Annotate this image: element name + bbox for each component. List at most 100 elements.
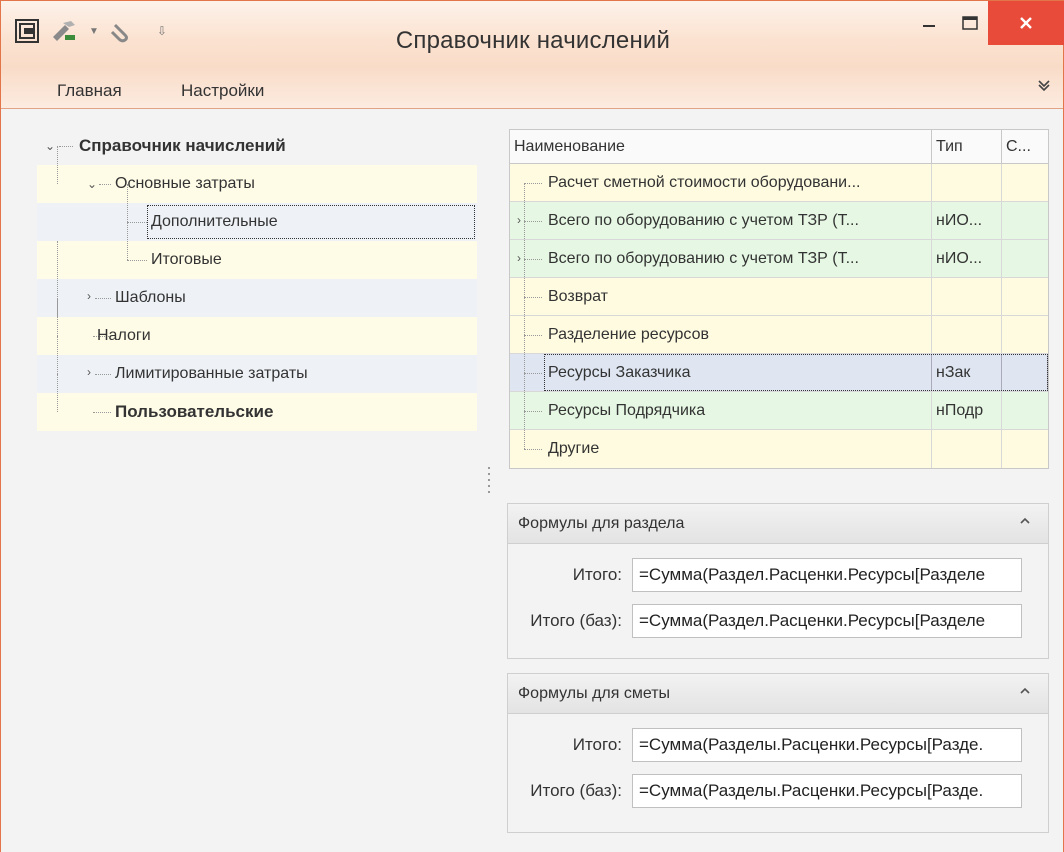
accruals-grid: Наименование Тип С... Расчет сметной сто… <box>509 129 1049 469</box>
tree-connector <box>95 374 111 375</box>
tab-settings[interactable]: Настройки <box>181 81 264 101</box>
chevron-up-icon[interactable] <box>1018 514 1032 533</box>
section-formulas-header[interactable]: Формулы для раздела <box>508 504 1048 544</box>
tree-connector <box>57 336 58 374</box>
tree-item-totals[interactable]: Итоговые <box>37 222 477 279</box>
row-name-cell: Ресурсы Подрядчика <box>510 392 932 429</box>
row-c <box>1002 354 1048 391</box>
row-type: нЗак <box>932 354 1002 391</box>
row-name: Возврат <box>548 287 608 305</box>
chevron-down-icon[interactable]: ⌄ <box>45 139 55 153</box>
total-label: Итого: <box>572 735 622 754</box>
tree-item-label: Пользовательские <box>115 402 274 421</box>
panel-title: Формулы для сметы <box>518 684 671 702</box>
section-total-base-input[interactable]: =Сумма(Раздел.Расценки.Ресурсы[Разделе <box>632 604 1022 638</box>
estimate-total-input[interactable]: =Сумма(Разделы.Расценки.Ресурсы[Разде. <box>632 728 1022 762</box>
row-c <box>1002 202 1048 239</box>
row-type <box>932 430 1002 468</box>
chevron-right-icon[interactable]: › <box>87 289 91 303</box>
grid-header: Наименование Тип С... <box>510 130 1048 164</box>
row-name-cell: Разделение ресурсов <box>510 316 932 353</box>
estimate-formulas-header[interactable]: Формулы для сметы <box>508 674 1048 714</box>
chevron-down-icon[interactable]: ⌄ <box>87 177 97 191</box>
row-c <box>1002 240 1048 277</box>
table-row[interactable]: Ресурсы Подрядчика нПодр <box>510 392 1048 430</box>
row-name: Ресурсы Заказчика <box>548 363 691 381</box>
window-title: Справочник начислений <box>395 27 671 54</box>
tree-item-main-costs[interactable]: ⌄ Основные затраты <box>37 146 477 203</box>
tree-item-additional[interactable]: Дополнительные <box>37 184 477 241</box>
tree-item-label: Дополнительные <box>151 213 278 230</box>
section-total-input[interactable]: =Сумма(Раздел.Расценки.Ресурсы[Разделе <box>632 558 1022 592</box>
tree-item-label: Налоги <box>97 327 151 344</box>
tree-connector <box>127 222 128 260</box>
table-row[interactable]: Возврат <box>510 278 1048 316</box>
table-row[interactable]: Расчет сметной стоимости оборудовани... <box>510 164 1048 202</box>
row-type <box>932 164 1002 201</box>
tree-connector <box>524 183 525 201</box>
tree-item-taxes[interactable]: Налоги <box>37 298 477 355</box>
total-base-label: Итого (баз): <box>530 781 622 800</box>
row-type <box>932 278 1002 315</box>
row-name-cell: Ресурсы Заказчика <box>510 354 932 391</box>
chevron-up-icon[interactable] <box>1018 684 1032 703</box>
tree-connector <box>93 412 111 413</box>
table-row[interactable]: Разделение ресурсов <box>510 316 1048 354</box>
section-formulas-panel: Формулы для раздела Итого: =Сумма(Раздел… <box>507 503 1049 659</box>
tree-connector <box>524 183 542 184</box>
row-name-cell: Другие <box>510 430 932 468</box>
tree-root[interactable]: ⌄ Справочник начислений <box>37 127 477 165</box>
chevron-right-icon[interactable]: › <box>517 251 521 265</box>
tree-connector <box>524 449 542 450</box>
tree-root-label: Справочник начислений <box>79 136 286 155</box>
chevron-right-icon[interactable]: › <box>517 213 521 227</box>
row-type: нИО... <box>932 202 1002 239</box>
row-type <box>932 316 1002 353</box>
tree-item-label: Основные затраты <box>115 175 255 192</box>
row-c <box>1002 316 1048 353</box>
tree-connector <box>524 259 542 260</box>
tree-connector <box>524 297 542 298</box>
column-header-type[interactable]: Тип <box>932 130 1002 163</box>
tree-item-templates[interactable]: › Шаблоны <box>37 241 477 317</box>
close-button[interactable] <box>988 1 1064 45</box>
tree-item-custom[interactable]: Пользовательские <box>37 374 477 431</box>
splitter-handle[interactable] <box>488 467 490 493</box>
tree-connector <box>127 260 147 261</box>
row-c <box>1002 164 1048 201</box>
total-base-label: Итого (баз): <box>530 611 622 630</box>
row-type: нИО... <box>932 240 1002 277</box>
row-type: нПодр <box>932 392 1002 429</box>
total-label: Итого: <box>572 565 622 584</box>
row-name-cell: › Всего по оборудованию с учетом ТЗР (Т..… <box>510 202 932 239</box>
table-row[interactable]: Другие <box>510 430 1048 468</box>
tree-connector <box>524 373 542 374</box>
tree-item-label: Лимитированные затраты <box>115 365 308 382</box>
row-name: Всего по оборудованию с учетом ТЗР (Т... <box>548 249 859 267</box>
estimate-formulas-panel: Формулы для сметы Итого: =Сумма(Разделы.… <box>507 673 1049 833</box>
section-total-row: Итого: =Сумма(Раздел.Расценки.Ресурсы[Ра… <box>512 558 1022 592</box>
tree-connector <box>127 184 128 222</box>
panel-title: Формулы для раздела <box>518 514 685 532</box>
estimate-total-base-input[interactable]: =Сумма(Разделы.Расценки.Ресурсы[Разде. <box>632 774 1022 808</box>
tree-connector <box>59 146 73 147</box>
minimize-button[interactable] <box>906 1 952 45</box>
column-header-c[interactable]: С... <box>1002 130 1048 163</box>
tree-connector <box>57 298 58 336</box>
tree-connector <box>95 298 111 299</box>
chevron-right-icon[interactable]: › <box>87 365 91 379</box>
table-row-selected[interactable]: Ресурсы Заказчика нЗак <box>510 354 1048 392</box>
tree-item-label: Шаблоны <box>115 289 186 306</box>
tree-item-limited-costs[interactable]: › Лимитированные затраты <box>37 336 477 393</box>
column-header-name[interactable]: Наименование <box>510 130 932 163</box>
ribbon-collapse-icon[interactable] <box>1037 77 1051 96</box>
row-name: Расчет сметной стоимости оборудовани... <box>548 173 861 191</box>
tab-home[interactable]: Главная <box>57 81 122 101</box>
row-name-cell: › Всего по оборудованию с учетом ТЗР (Т..… <box>510 240 932 277</box>
table-row[interactable]: › Всего по оборудованию с учетом ТЗР (Т..… <box>510 240 1048 278</box>
table-row[interactable]: › Всего по оборудованию с учетом ТЗР (Т..… <box>510 202 1048 240</box>
ribbon-bar: Главная Настройки <box>1 67 1063 109</box>
client-area: ⌄ Справочник начислений ⌄ Основные затра… <box>1 109 1063 852</box>
row-name-cell: Возврат <box>510 278 932 315</box>
maximize-button[interactable] <box>952 1 988 45</box>
